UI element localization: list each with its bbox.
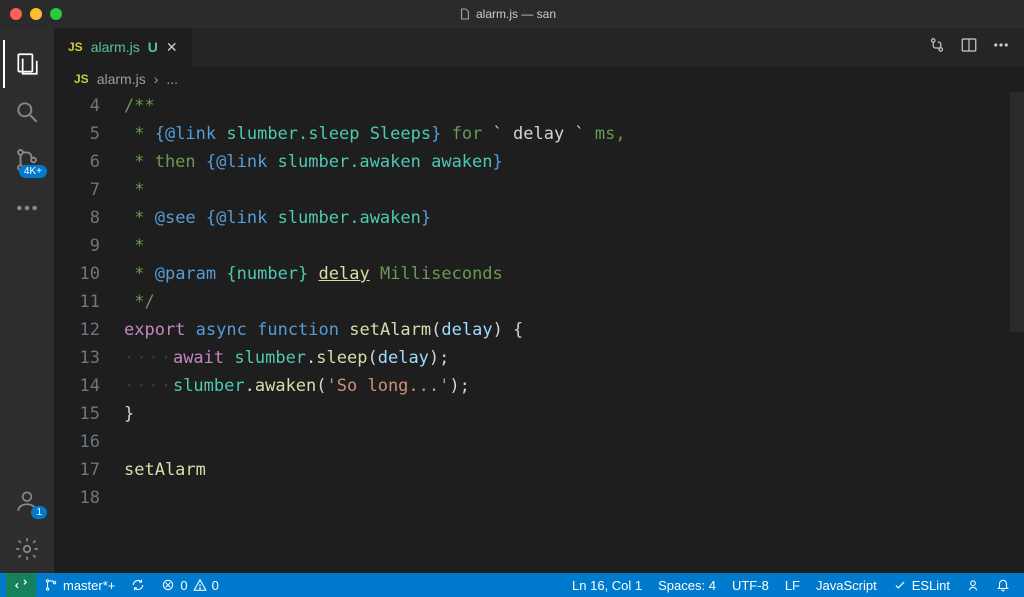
code-line[interactable]: setAlarm — [124, 456, 1024, 484]
js-file-icon: JS — [68, 40, 83, 54]
editor-area: JS alarm.js U ✕ JS alarm.js — [54, 28, 1024, 573]
code-line[interactable]: * {@link slumber.sleep Sleeps} for ` del… — [124, 120, 1024, 148]
status-bar: master*+ 0 0 Ln 16, Col 1 Spaces: 4 UTF-… — [0, 573, 1024, 597]
indentation-item[interactable]: Spaces: 4 — [650, 573, 724, 597]
accounts-button[interactable]: 1 — [3, 477, 51, 525]
language-mode-item[interactable]: JavaScript — [808, 573, 885, 597]
accounts-badge: 1 — [31, 506, 47, 519]
search-button[interactable] — [3, 88, 51, 136]
more-tab-actions-icon[interactable] — [992, 36, 1010, 58]
line-number: 10 — [54, 260, 100, 288]
code-line[interactable]: export async function setAlarm(delay) { — [124, 316, 1024, 344]
settings-button[interactable] — [3, 525, 51, 573]
sync-button[interactable] — [123, 573, 153, 597]
activity-bar: 4K+ 1 — [0, 28, 54, 573]
eol-label: LF — [785, 578, 800, 593]
tab-alarm-js[interactable]: JS alarm.js U ✕ — [54, 28, 193, 66]
minimap[interactable] — [1010, 92, 1024, 332]
code-editor[interactable]: 456789101112131415161718 /** * {@link sl… — [54, 92, 1024, 573]
encoding-item[interactable]: UTF-8 — [724, 573, 777, 597]
line-number: 17 — [54, 456, 100, 484]
more-actions-button[interactable] — [3, 184, 51, 232]
code-line[interactable]: * @param {number} delay Milliseconds — [124, 260, 1024, 288]
line-number: 9 — [54, 232, 100, 260]
tab-filename: alarm.js — [91, 39, 140, 55]
traffic-lights — [10, 8, 62, 20]
warnings-count: 0 — [212, 578, 219, 593]
compare-changes-icon[interactable] — [928, 36, 946, 58]
notifications-button[interactable] — [988, 573, 1018, 597]
code-line[interactable]: } — [124, 400, 1024, 428]
line-number-gutter: 456789101112131415161718 — [54, 92, 124, 573]
eslint-item[interactable]: ESLint — [885, 573, 958, 597]
indentation-label: Spaces: 4 — [658, 578, 716, 593]
window-title: alarm.js — san — [476, 7, 556, 21]
code-line[interactable] — [124, 484, 1024, 512]
code-line[interactable]: /** — [124, 92, 1024, 120]
breadcrumb[interactable]: JS alarm.js › ... — [54, 66, 1024, 92]
line-number: 13 — [54, 344, 100, 372]
editor-tabs: JS alarm.js U ✕ — [54, 28, 1024, 66]
errors-count: 0 — [180, 578, 187, 593]
chevron-right-icon: › — [154, 71, 159, 87]
cursor-position-item[interactable]: Ln 16, Col 1 — [564, 573, 650, 597]
remote-button[interactable] — [6, 573, 36, 597]
line-number: 12 — [54, 316, 100, 344]
code-line[interactable]: ····await slumber.sleep(delay); — [124, 344, 1024, 372]
minimize-window-button[interactable] — [30, 8, 42, 20]
breadcrumb-file: alarm.js — [97, 71, 146, 87]
problems-item[interactable]: 0 0 — [153, 573, 226, 597]
split-editor-icon[interactable] — [960, 36, 978, 58]
line-number: 7 — [54, 176, 100, 204]
eslint-label: ESLint — [912, 578, 950, 593]
line-number: 14 — [54, 372, 100, 400]
file-icon — [460, 8, 470, 20]
language-mode-label: JavaScript — [816, 578, 877, 593]
close-window-button[interactable] — [10, 8, 22, 20]
line-number: 15 — [54, 400, 100, 428]
git-branch-label: master*+ — [63, 578, 115, 593]
tab-modified-indicator: U — [148, 39, 158, 55]
code-line[interactable] — [124, 428, 1024, 456]
scm-badge: 4K+ — [19, 165, 47, 178]
close-tab-button[interactable]: ✕ — [166, 39, 178, 56]
line-number: 8 — [54, 204, 100, 232]
feedback-button[interactable] — [958, 573, 988, 597]
line-number: 4 — [54, 92, 100, 120]
code-line[interactable]: * then {@link slumber.awaken awaken} — [124, 148, 1024, 176]
explorer-button[interactable] — [3, 40, 51, 88]
encoding-label: UTF-8 — [732, 578, 769, 593]
line-number: 16 — [54, 428, 100, 456]
code-line[interactable]: * — [124, 176, 1024, 204]
git-branch-item[interactable]: master*+ — [36, 573, 123, 597]
source-control-button[interactable]: 4K+ — [3, 136, 51, 184]
cursor-position-label: Ln 16, Col 1 — [572, 578, 642, 593]
line-number: 11 — [54, 288, 100, 316]
maximize-window-button[interactable] — [50, 8, 62, 20]
js-file-icon: JS — [74, 72, 89, 86]
code-line[interactable]: * @see {@link slumber.awaken} — [124, 204, 1024, 232]
line-number: 18 — [54, 484, 100, 512]
window-titlebar: alarm.js — san — [0, 0, 1024, 28]
eol-item[interactable]: LF — [777, 573, 808, 597]
code-lines[interactable]: /** * {@link slumber.sleep Sleeps} for `… — [124, 92, 1024, 573]
code-line[interactable]: ····slumber.awaken('So long...'); — [124, 372, 1024, 400]
code-line[interactable]: * — [124, 232, 1024, 260]
line-number: 5 — [54, 120, 100, 148]
line-number: 6 — [54, 148, 100, 176]
breadcrumb-rest: ... — [166, 71, 178, 87]
code-line[interactable]: */ — [124, 288, 1024, 316]
